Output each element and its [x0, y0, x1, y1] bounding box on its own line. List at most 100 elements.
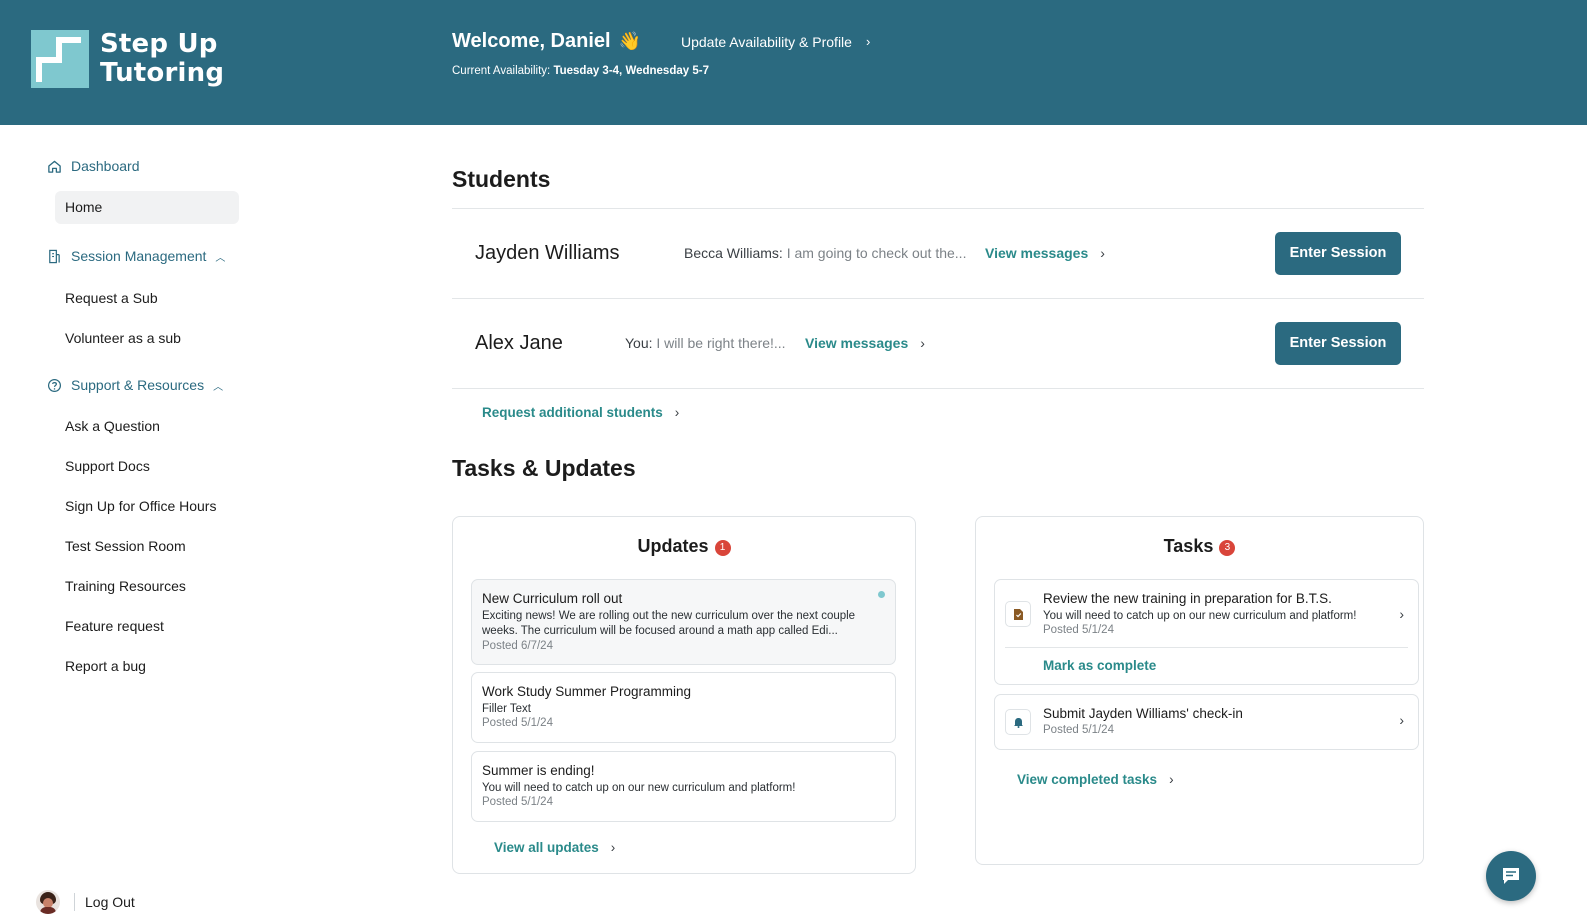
- logout-button[interactable]: Log Out: [85, 894, 135, 910]
- view-all-updates-link[interactable]: View all updates ›: [494, 840, 615, 855]
- update-availability-label: Update Availability & Profile: [681, 33, 852, 50]
- view-messages-link[interactable]: View messages ›: [985, 209, 1105, 297]
- chat-bubble-icon: [1503, 868, 1519, 884]
- chevron-right-icon: ›: [610, 840, 616, 855]
- sidebar-item-test-session-room[interactable]: Test Session Room: [65, 538, 186, 554]
- availability-value: Tuesday 3-4, Wednesday 5-7: [553, 65, 709, 77]
- chevron-right-icon[interactable]: ›: [1399, 606, 1404, 622]
- update-date: Posted 5/1/24: [482, 796, 553, 808]
- tasks-updates-title: Tasks & Updates: [452, 455, 636, 481]
- update-title: Summer is ending!: [482, 763, 595, 778]
- student-name: Jayden Williams: [475, 242, 620, 264]
- task-card[interactable]: Submit Jayden Williams' check-in Posted …: [994, 694, 1419, 750]
- update-body: Exciting news! We are rolling out the ne…: [482, 610, 856, 637]
- mark-complete-button[interactable]: Mark as complete: [1043, 658, 1156, 673]
- student-row: Alex Jane You: I will be right there!...…: [452, 299, 1424, 387]
- request-additional-students-link[interactable]: Request additional students ›: [482, 405, 679, 420]
- sidebar: [0, 125, 260, 915]
- sidebar-item-training-resources[interactable]: Training Resources: [65, 578, 186, 594]
- enter-session-button[interactable]: Enter Session: [1275, 232, 1401, 275]
- sidebar-item-dashboard-label: Dashboard: [71, 158, 140, 174]
- view-messages-label: View messages: [805, 335, 909, 351]
- chevron-up-icon: ︿: [213, 381, 224, 393]
- message-preview: Becca Williams: I am going to check out …: [684, 209, 966, 297]
- update-card[interactable]: Work Study Summer Programming Filler Tex…: [471, 672, 896, 743]
- student-name: Alex Jane: [475, 332, 563, 354]
- sidebar-item-office-hours[interactable]: Sign Up for Office Hours: [65, 498, 216, 514]
- question-circle-icon: [46, 377, 62, 393]
- welcome-title: Welcome, Daniel: [452, 30, 611, 52]
- updates-panel: Updates 1 New Curriculum roll out Excitin…: [452, 516, 916, 874]
- chevron-right-icon: ›: [674, 405, 680, 420]
- update-availability-link[interactable]: Update Availability & Profile ›: [681, 34, 870, 50]
- tasks-title-label: Tasks: [1163, 536, 1214, 556]
- student-row: Jayden Williams Becca Williams: I am goi…: [452, 209, 1424, 297]
- avatar[interactable]: [36, 890, 60, 914]
- task-card[interactable]: Review the new training in preparation f…: [994, 579, 1419, 685]
- task-date: Posted 5/1/24: [1043, 624, 1114, 636]
- update-date: Posted 5/1/24: [482, 717, 553, 729]
- divider: [74, 893, 75, 911]
- logo[interactable]: Step Up Tutoring: [31, 30, 224, 88]
- sidebar-item-home-label: Home: [65, 199, 103, 215]
- task-date: Posted 5/1/24: [1043, 724, 1114, 736]
- update-date: Posted 6/7/24: [482, 640, 553, 652]
- update-title: Work Study Summer Programming: [482, 684, 692, 699]
- logo-line2: Tutoring: [100, 58, 225, 88]
- sidebar-item-home[interactable]: Home: [55, 191, 239, 224]
- students-title: Students: [452, 166, 551, 192]
- request-additional-students-label: Request additional students: [482, 405, 663, 420]
- divider: [1005, 647, 1408, 648]
- sidebar-section-session-management[interactable]: Session Management ︿: [46, 248, 225, 264]
- chat-button[interactable]: [1486, 851, 1536, 901]
- logout-area: Log Out: [36, 890, 135, 914]
- document-icon: [1005, 601, 1031, 627]
- task-title: Review the new training in preparation f…: [1043, 591, 1332, 606]
- task-body: You will need to catch up on our new cur…: [1043, 610, 1357, 622]
- sidebar-item-support-docs[interactable]: Support Docs: [65, 458, 150, 474]
- view-completed-tasks-link[interactable]: View completed tasks ›: [1017, 772, 1174, 787]
- current-availability: Current Availability: Tuesday 3-4, Wedne…: [452, 65, 709, 77]
- update-card[interactable]: Summer is ending! You will need to catch…: [471, 751, 896, 822]
- sidebar-section-support-resources[interactable]: Support & Resources ︿: [46, 377, 223, 393]
- view-messages-link[interactable]: View messages ›: [805, 299, 925, 387]
- building-icon: [46, 248, 62, 264]
- enter-session-button[interactable]: Enter Session: [1275, 322, 1401, 365]
- update-body: You will need to catch up on our new cur…: [482, 782, 796, 794]
- top-header: Step Up Tutoring Welcome, Daniel 👋 Updat…: [0, 0, 1587, 125]
- sidebar-item-volunteer-sub[interactable]: Volunteer as a sub: [65, 330, 181, 346]
- chevron-right-icon: ›: [1169, 772, 1174, 787]
- home-icon: [46, 158, 62, 174]
- chevron-right-icon: ›: [920, 335, 925, 351]
- chevron-right-icon: ›: [1100, 245, 1105, 261]
- tasks-title: Tasks 3: [976, 536, 1423, 557]
- wave-hand-icon: 👋: [618, 31, 641, 51]
- chevron-right-icon[interactable]: ›: [1399, 712, 1404, 728]
- view-completed-tasks-label: View completed tasks: [1017, 772, 1158, 787]
- support-resources-label: Support & Resources: [71, 377, 205, 393]
- message-sender: You:: [625, 335, 653, 351]
- sidebar-item-dashboard[interactable]: Dashboard: [46, 158, 140, 174]
- logo-mark-icon: [31, 30, 89, 88]
- update-card[interactable]: New Curriculum roll out Exciting news! W…: [471, 579, 896, 665]
- session-management-label: Session Management: [71, 248, 207, 264]
- view-all-updates-label: View all updates: [494, 840, 599, 855]
- chevron-right-icon: ›: [865, 34, 871, 49]
- view-messages-label: View messages: [985, 245, 1089, 261]
- updates-count-badge: 1: [714, 540, 731, 556]
- bell-icon: [1005, 709, 1031, 735]
- unread-dot-icon: [878, 591, 885, 598]
- updates-title-label: Updates: [637, 536, 709, 556]
- sidebar-item-feature-request[interactable]: Feature request: [65, 618, 164, 634]
- message-preview: You: I will be right there!...: [625, 299, 786, 387]
- sidebar-item-ask-question[interactable]: Ask a Question: [65, 418, 160, 434]
- chevron-up-icon: ︿: [215, 252, 226, 264]
- task-title: Submit Jayden Williams' check-in: [1043, 706, 1243, 721]
- logo-line1: Step Up: [100, 29, 218, 59]
- logo-text: Step Up Tutoring: [100, 30, 224, 88]
- welcome-bar: Welcome, Daniel 👋 Update Availability & …: [452, 30, 870, 53]
- sidebar-item-request-sub[interactable]: Request a Sub: [65, 290, 158, 306]
- update-body: Filler Text: [482, 703, 531, 715]
- message-text: I am going to check out the...: [786, 245, 967, 261]
- sidebar-item-report-bug[interactable]: Report a bug: [65, 658, 146, 674]
